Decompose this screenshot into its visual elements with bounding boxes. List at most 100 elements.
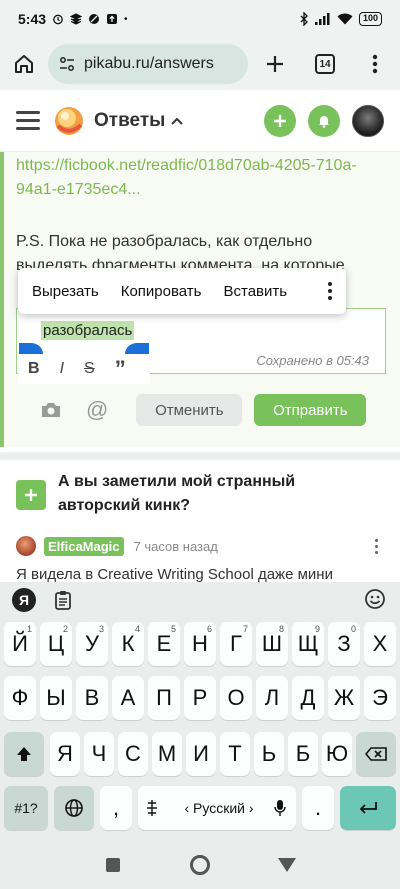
shift-key[interactable] — [4, 732, 44, 776]
add-post-button[interactable] — [264, 104, 296, 137]
key[interactable]: О — [220, 676, 252, 720]
user-avatar[interactable] — [352, 104, 384, 137]
url-text[interactable]: pikabu.ru/answers — [84, 55, 214, 73]
bold-button[interactable]: B — [28, 360, 40, 378]
cut-menu-item[interactable]: Вырезать — [32, 283, 99, 300]
key[interactable]: Б — [288, 732, 318, 776]
key-hint: 9 — [314, 624, 320, 634]
key[interactable]: С — [118, 732, 148, 776]
emoji-icon[interactable] — [364, 588, 386, 610]
selected-text[interactable]: разобралась — [41, 321, 135, 340]
yandex-logo-icon[interactable]: Я — [12, 588, 36, 612]
key[interactable]: У3 — [76, 622, 108, 666]
system-nav-bar — [0, 844, 400, 889]
pikabu-logo[interactable] — [54, 106, 84, 136]
cancel-button[interactable]: Отменить — [136, 394, 243, 426]
battery-indicator: 100 — [358, 12, 382, 26]
microphone-icon[interactable] — [274, 799, 286, 817]
page-title[interactable]: Ответы — [94, 110, 165, 132]
key[interactable]: Х — [364, 622, 396, 666]
site-settings-icon[interactable] — [58, 55, 76, 73]
space-key[interactable]: ‹ Русский › — [138, 786, 296, 830]
notifications-button[interactable] — [308, 104, 340, 137]
key[interactable]: Л — [256, 676, 288, 720]
symbols-key[interactable]: #1? — [4, 786, 48, 830]
key-label: Й — [12, 631, 28, 656]
key[interactable]: Ф — [4, 676, 36, 720]
copy-menu-item[interactable]: Копировать — [121, 283, 202, 300]
key[interactable]: Ш8 — [256, 622, 288, 666]
period-key[interactable]: . — [302, 786, 334, 830]
camera-icon[interactable] — [40, 401, 62, 419]
comment-link[interactable]: https://ficbook.net/readfic/018d70ab-420… — [16, 154, 386, 202]
key[interactable]: Ц2 — [40, 622, 72, 666]
back-button[interactable] — [278, 858, 296, 872]
more-vertical-icon[interactable] — [328, 282, 332, 300]
key[interactable]: Г7 — [220, 622, 252, 666]
key[interactable]: Ю — [322, 732, 352, 776]
home-nav-button[interactable] — [190, 855, 210, 875]
key-label: Х — [372, 631, 388, 656]
key[interactable]: Я — [50, 732, 80, 776]
language-switch-key[interactable] — [54, 786, 94, 830]
address-bar[interactable]: pikabu.ru/answers — [48, 44, 248, 84]
italic-button[interactable]: I — [60, 360, 64, 378]
mention-icon[interactable]: @ — [86, 397, 108, 423]
keyboard-toolbar: Я — [0, 582, 400, 618]
expand-question-button[interactable] — [16, 480, 46, 510]
key[interactable]: Е5 — [148, 622, 180, 666]
key[interactable]: М — [152, 732, 182, 776]
layers-icon — [70, 13, 83, 25]
home-icon — [15, 55, 33, 73]
hamburger-menu-icon[interactable] — [16, 111, 40, 130]
key[interactable]: Ь — [254, 732, 284, 776]
key[interactable]: Д — [292, 676, 324, 720]
notification-dot-icon: • — [124, 13, 128, 25]
backspace-icon — [365, 747, 387, 761]
key[interactable]: З0 — [328, 622, 360, 666]
key[interactable]: Р — [184, 676, 216, 720]
key-hint: 4 — [134, 624, 140, 634]
enter-key[interactable] — [340, 786, 396, 830]
key[interactable]: Й1 — [4, 622, 36, 666]
author-name[interactable]: ElficaMagic — [44, 536, 124, 556]
key[interactable]: Ч — [84, 732, 114, 776]
key[interactable]: Э — [364, 676, 396, 720]
keyboard-row-1: Й1Ц2У3К4Е5Н6Г7Ш8Щ9З0 Х — [0, 622, 400, 672]
new-tab-button[interactable] — [250, 40, 300, 88]
home-button[interactable] — [0, 40, 48, 88]
cursor-move-icon — [147, 800, 157, 816]
comma-key[interactable]: , — [100, 786, 132, 830]
key[interactable]: Ы — [40, 676, 72, 720]
recents-button[interactable] — [106, 858, 120, 872]
key-label: Г — [230, 631, 242, 656]
chevron-up-icon[interactable] — [171, 117, 184, 125]
upload-box-icon — [107, 14, 118, 24]
strikethrough-button[interactable]: S — [84, 360, 95, 378]
key-hint: 0 — [350, 624, 356, 634]
key[interactable]: К4 — [112, 622, 144, 666]
more-vertical-icon[interactable] — [375, 538, 378, 554]
browser-menu-button[interactable] — [350, 40, 400, 88]
key[interactable]: И — [186, 732, 216, 776]
key[interactable]: А — [112, 676, 144, 720]
question-title[interactable]: А вы заметили мой странный авторский кин… — [58, 470, 378, 518]
send-button[interactable]: Отправить — [254, 394, 367, 426]
key[interactable]: П — [148, 676, 180, 720]
quote-button[interactable]: ” — [115, 356, 126, 382]
globe-icon — [65, 799, 83, 817]
key[interactable]: Т — [220, 732, 250, 776]
backspace-key[interactable] — [356, 732, 396, 776]
text-context-menu: Вырезать Копировать Вставить — [18, 268, 346, 314]
format-toolbar: B I S ” — [18, 354, 150, 384]
tab-switcher-button[interactable]: 14 — [300, 40, 350, 88]
key[interactable]: Н6 — [184, 622, 216, 666]
author-avatar[interactable] — [16, 536, 36, 556]
circle-slash-icon — [89, 14, 100, 24]
alarm-icon — [53, 14, 63, 25]
key[interactable]: Щ9 — [292, 622, 324, 666]
key[interactable]: Ж — [328, 676, 360, 720]
key[interactable]: В — [76, 676, 108, 720]
clipboard-icon[interactable] — [54, 590, 72, 610]
paste-menu-item[interactable]: Вставить — [223, 283, 287, 300]
